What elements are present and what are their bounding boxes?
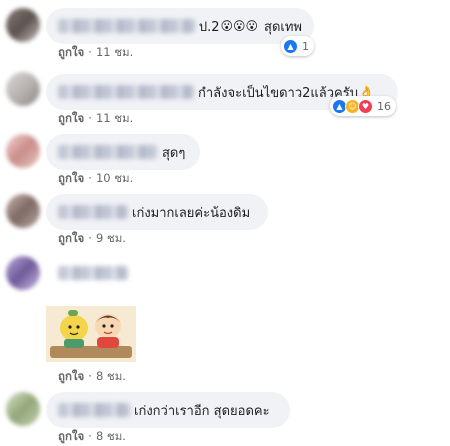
comment-text: เก่งมากเลยค่ะน้องดิม <box>132 205 251 221</box>
like-link[interactable]: ถูกใจ <box>58 231 84 245</box>
comment-time[interactable]: 11 ชม. <box>96 111 133 125</box>
meta-dot: · <box>88 171 92 185</box>
like-link[interactable]: ถูกใจ <box>58 111 84 125</box>
comment-meta: ถูกใจ · 10 ชม. <box>58 170 133 188</box>
comment-time[interactable]: 8 ชม. <box>96 369 126 383</box>
comment-emoji: 😮😮😮 <box>220 19 259 33</box>
like-link[interactable]: ถูกใจ <box>58 171 84 185</box>
comment-text: สุดๆ <box>162 145 186 161</box>
comment-bubble: ป.2 😮😮😮 สุดเทพ <box>46 8 314 44</box>
like-link[interactable]: ถูกใจ <box>58 369 84 383</box>
reaction-summary[interactable]: ▲ 1 <box>281 36 314 56</box>
comment-time[interactable]: 8 ชม. <box>96 429 126 443</box>
comment-bubble: เก่งกว่าเราอีก สุดยอดคะ <box>46 392 290 428</box>
comment-text: ป.2 <box>198 19 220 35</box>
meta-dot: · <box>88 45 92 59</box>
meta-dot: · <box>88 369 92 383</box>
commenter-name[interactable] <box>58 205 128 219</box>
meta-dot: · <box>88 231 92 245</box>
comment-text-2: สุดเทพ <box>264 19 302 35</box>
comment-meta: ถูกใจ · 8 ชม. <box>58 428 126 446</box>
comment-meta: ถูกใจ · 11 ชม. <box>58 110 133 128</box>
like-link[interactable]: ถูกใจ <box>58 45 84 59</box>
comment-time[interactable]: 11 ชม. <box>96 45 133 59</box>
avatar[interactable] <box>6 194 40 228</box>
avatar[interactable] <box>6 256 40 290</box>
avatar[interactable] <box>6 134 40 168</box>
commenter-name[interactable] <box>58 145 158 159</box>
comment-meta: ถูกใจ · 8 ชม. <box>58 368 126 386</box>
commenter-name[interactable] <box>58 403 130 417</box>
like-link[interactable]: ถูกใจ <box>58 429 84 443</box>
avatar[interactable] <box>6 392 40 426</box>
comment-time[interactable]: 10 ชม. <box>96 171 133 185</box>
avatar[interactable] <box>6 72 40 106</box>
sticker-image[interactable] <box>46 306 136 362</box>
comment-meta: ถูกใจ · 11 ชม. <box>58 44 133 62</box>
commenter-name[interactable] <box>58 266 128 280</box>
love-icon: ♥ <box>358 98 373 114</box>
meta-dot: · <box>88 111 92 125</box>
like-icon: ▲ <box>283 38 298 54</box>
reaction-summary[interactable]: ▲ ☺ ♥ 16 <box>330 96 396 116</box>
reaction-count: 1 <box>302 39 309 53</box>
comment-meta: ถูกใจ · 9 ชม. <box>58 230 126 248</box>
comment-bubble: เก่งมากเลยค่ะน้องดิม <box>46 194 268 230</box>
comment-text: เก่งกว่าเราอีก สุดยอดคะ <box>134 403 270 419</box>
commenter-name[interactable] <box>58 85 194 99</box>
sticker-illustration <box>46 306 136 362</box>
commenter-name[interactable] <box>58 19 195 33</box>
meta-dot: · <box>88 429 92 443</box>
comment-bubble: สุดๆ <box>46 134 200 170</box>
comment-time[interactable]: 9 ชม. <box>96 231 126 245</box>
reaction-count: 16 <box>377 99 391 113</box>
avatar[interactable] <box>6 8 40 42</box>
